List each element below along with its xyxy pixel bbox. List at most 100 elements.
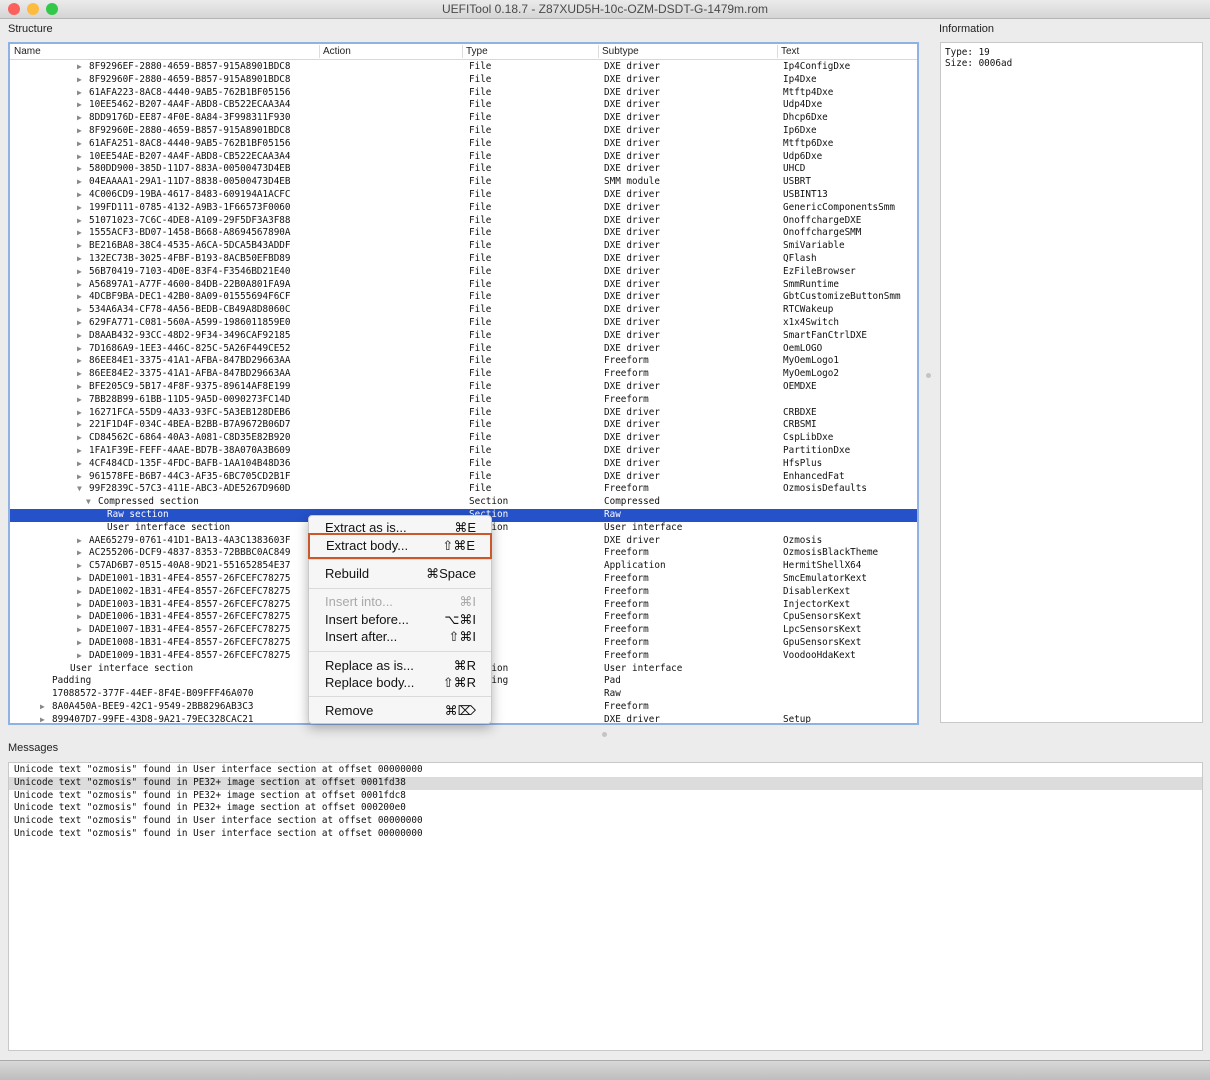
tree-row[interactable]: ▶ 56B70419-7103-4D0E-83F4-F3546BD21E40 Fil… xyxy=(10,266,917,279)
expand-arrow-icon[interactable]: ▶ xyxy=(77,189,82,202)
tree-row[interactable]: ▶ 61AFA251-8AC8-4440-9AB5-762B1BF05156 Fil… xyxy=(10,138,917,151)
expand-arrow-icon[interactable]: ▶ xyxy=(77,650,82,663)
tree-row[interactable]: ▶ 10EE5462-B207-4A4F-ABD8-CB522ECAA3A4 Fil… xyxy=(10,99,917,112)
column-header-name[interactable]: Name xyxy=(14,46,41,57)
expand-arrow-icon[interactable]: ▶ xyxy=(77,471,82,484)
column-header-subtype[interactable]: Subtype xyxy=(602,46,639,57)
tree-row[interactable]: ▶ 8F92960E-2880-4659-B857-915A8901BDC8 Fil… xyxy=(10,125,917,138)
column-header-action[interactable]: Action xyxy=(323,46,351,57)
tree-row[interactable]: ▶ 1FA1F39E-FEFF-4AAE-BD7B-38A070A3B609 Fil… xyxy=(10,445,917,458)
message-item[interactable]: Unicode text "ozmosis" found in PE32+ im… xyxy=(9,802,1202,815)
expand-arrow-icon[interactable]: ▶ xyxy=(77,253,82,266)
expand-arrow-icon[interactable]: ▶ xyxy=(77,355,82,368)
menu-item-insert-into[interactable]: Insert into... ⌘I xyxy=(309,593,491,611)
tree-row[interactable]: ▶ BE216BA8-38C4-4535-A6CA-5DCA5B43ADDF Fil… xyxy=(10,240,917,253)
menu-item-rebuild[interactable]: Rebuild ⌘Space xyxy=(309,565,491,583)
tree-row[interactable]: ▶ BFE205C9-5B17-4F8F-9375-89614AF8E199 Fil… xyxy=(10,381,917,394)
tree-row[interactable]: ▶ 534A6A34-CF78-4A56-BEDB-CB49A8D8060C Fil… xyxy=(10,304,917,317)
menu-item-insert-before[interactable]: Insert before... ⌥⌘I xyxy=(309,611,491,629)
menu-item-extract-body[interactable]: Extract body... ⇧⌘E xyxy=(308,533,492,559)
expand-arrow-icon[interactable]: ▶ xyxy=(77,61,82,74)
tree-row[interactable]: ▶ 51071023-7C6C-4DE8-A109-29F5DF3A3F88 Fil… xyxy=(10,215,917,228)
expand-arrow-icon[interactable]: ▶ xyxy=(77,599,82,612)
expand-arrow-icon[interactable]: ▶ xyxy=(77,419,82,432)
tree-row[interactable]: ▶ 4DCBF9BA-DEC1-42B0-8A09-01555694F6CF Fil… xyxy=(10,291,917,304)
minimize-window-button[interactable] xyxy=(27,3,39,15)
tree-row[interactable]: ▶ 961578FE-B6B7-44C3-AF35-6BC705CD2B1F Fil… xyxy=(10,471,917,484)
expand-arrow-icon[interactable]: ▶ xyxy=(77,381,82,394)
tree-row[interactable]: ▶ D8AAB432-93CC-48D2-9F34-3496CAF92185 Fil… xyxy=(10,330,917,343)
tree-row[interactable]: ▶ 7BB28B99-61BB-11D5-9A5D-0090273FC14D Fil… xyxy=(10,394,917,407)
zoom-window-button[interactable] xyxy=(46,3,58,15)
tree-row[interactable]: ▶ 04EAAAA1-29A1-11D7-8838-00500473D4EB Fil… xyxy=(10,176,917,189)
menu-item-replace-as-is[interactable]: Replace as is... ⌘R xyxy=(309,657,491,675)
tree-row[interactable]: ▶ CD84562C-6864-40A3-A081-C8D35E82B920 Fil… xyxy=(10,432,917,445)
tree-row[interactable]: ▶ 221F1D4F-034C-4BEA-B2BB-B7A9672B06D7 Fil… xyxy=(10,419,917,432)
menu-item-replace-body[interactable]: Replace body... ⇧⌘R xyxy=(309,674,491,692)
tree-row[interactable]: ▶ 10EE54AE-B207-4A4F-ABD8-CB522ECAA3A4 Fil… xyxy=(10,151,917,164)
message-item[interactable]: Unicode text "ozmosis" found in PE32+ im… xyxy=(9,790,1202,803)
expand-arrow-icon[interactable]: ▶ xyxy=(77,163,82,176)
expand-arrow-icon[interactable]: ▶ xyxy=(77,266,82,279)
expand-arrow-icon[interactable]: ▶ xyxy=(77,432,82,445)
expand-arrow-icon[interactable]: ▶ xyxy=(77,368,82,381)
tree-row[interactable]: ▼ 99F2839C-57C3-411E-ABC3-ADE5267D960D Fil… xyxy=(10,483,917,496)
tree-row[interactable]: ▶ 8DD9176D-EE87-4F0E-8A84-3F998311F930 Fil… xyxy=(10,112,917,125)
tree-row[interactable]: ▶ 8F92960F-2880-4659-B857-915A8901BDC8 Fil… xyxy=(10,74,917,87)
expand-arrow-icon[interactable]: ▶ xyxy=(77,240,82,253)
expand-arrow-icon[interactable]: ▶ xyxy=(77,343,82,356)
tree-row[interactable]: ▶ 16271FCA-55D9-4A33-93FC-5A3EB128DEB6 Fil… xyxy=(10,407,917,420)
expand-arrow-icon[interactable]: ▶ xyxy=(77,291,82,304)
expand-arrow-icon[interactable]: ▶ xyxy=(77,394,82,407)
splitter-handle[interactable] xyxy=(602,732,607,737)
expand-arrow-icon[interactable]: ▶ xyxy=(77,99,82,112)
collapse-arrow-icon[interactable]: ▼ xyxy=(77,483,82,496)
expand-arrow-icon[interactable]: ▶ xyxy=(77,407,82,420)
tree-row[interactable]: ▶ 7D1686A9-1EE3-446C-825C-5A26F449CE52 Fil… xyxy=(10,343,917,356)
expand-arrow-icon[interactable]: ▶ xyxy=(77,330,82,343)
vertical-splitter-handle[interactable] xyxy=(926,373,931,378)
tree-row[interactable]: ▶ A56897A1-A77F-4600-84DB-22B0A801FA9A Fil… xyxy=(10,279,917,292)
expand-arrow-icon[interactable]: ▶ xyxy=(77,535,82,548)
tree-row[interactable]: ▶ 4C006CD9-19BA-4617-8483-609194A1ACFC Fil… xyxy=(10,189,917,202)
tree-row[interactable]: ▶ 199FD111-0785-4132-A9B3-1F66573F0060 Fil… xyxy=(10,202,917,215)
expand-arrow-icon[interactable]: ▶ xyxy=(77,547,82,560)
expand-arrow-icon[interactable]: ▶ xyxy=(77,125,82,138)
expand-arrow-icon[interactable]: ▶ xyxy=(40,701,45,714)
expand-arrow-icon[interactable]: ▶ xyxy=(77,138,82,151)
tree-row[interactable]: ▶ 132EC73B-3025-4FBF-B193-8ACB50EFBD89 Fil… xyxy=(10,253,917,266)
expand-arrow-icon[interactable]: ▶ xyxy=(77,279,82,292)
expand-arrow-icon[interactable]: ▶ xyxy=(77,215,82,228)
tree-row[interactable]: ▶ 4CF484CD-135F-4FDC-BAFB-1AA104B48D36 Fil… xyxy=(10,458,917,471)
expand-arrow-icon[interactable]: ▶ xyxy=(77,151,82,164)
expand-arrow-icon[interactable]: ▶ xyxy=(77,176,82,189)
tree-row[interactable]: ▶ 580DD900-385D-11D7-883A-00500473D4EB Fil… xyxy=(10,163,917,176)
expand-arrow-icon[interactable]: ▶ xyxy=(77,458,82,471)
message-item[interactable]: Unicode text "ozmosis" found in PE32+ im… xyxy=(9,776,1202,790)
expand-arrow-icon[interactable]: ▶ xyxy=(77,445,82,458)
expand-arrow-icon[interactable]: ▶ xyxy=(77,573,82,586)
expand-arrow-icon[interactable]: ▶ xyxy=(77,87,82,100)
column-header-text[interactable]: Text xyxy=(781,46,799,57)
menu-item-remove[interactable]: Remove ⌘⌦ xyxy=(309,702,491,720)
expand-arrow-icon[interactable]: ▶ xyxy=(77,586,82,599)
expand-arrow-icon[interactable]: ▶ xyxy=(77,611,82,624)
expand-arrow-icon[interactable]: ▶ xyxy=(40,714,45,723)
tree-row[interactable]: ▶ 629FA771-C081-560A-A599-1986011859E0 Fil… xyxy=(10,317,917,330)
expand-arrow-icon[interactable]: ▶ xyxy=(77,624,82,637)
expand-arrow-icon[interactable]: ▶ xyxy=(77,112,82,125)
expand-arrow-icon[interactable]: ▶ xyxy=(77,637,82,650)
tree-row[interactable]: ▶ 61AFA223-8AC8-4440-9AB5-762B1BF05156 Fil… xyxy=(10,87,917,100)
messages-list[interactable]: Unicode text "ozmosis" found in User int… xyxy=(8,762,1203,1051)
tree-row[interactable]: ▶ 86EE84E1-3375-41A1-AFBA-847BD29663AA Fil… xyxy=(10,355,917,368)
expand-arrow-icon[interactable]: ▶ xyxy=(77,74,82,87)
column-header-type[interactable]: Type xyxy=(466,46,488,57)
expand-arrow-icon[interactable]: ▶ xyxy=(77,317,82,330)
expand-arrow-icon[interactable]: ▶ xyxy=(77,227,82,240)
close-window-button[interactable] xyxy=(8,3,20,15)
message-item[interactable]: Unicode text "ozmosis" found in User int… xyxy=(9,764,1202,777)
message-item[interactable]: Unicode text "ozmosis" found in User int… xyxy=(9,828,1202,841)
expand-arrow-icon[interactable]: ▶ xyxy=(77,304,82,317)
menu-item-insert-after[interactable]: Insert after... ⇧⌘I xyxy=(309,628,491,646)
expand-arrow-icon[interactable]: ▶ xyxy=(77,560,82,573)
